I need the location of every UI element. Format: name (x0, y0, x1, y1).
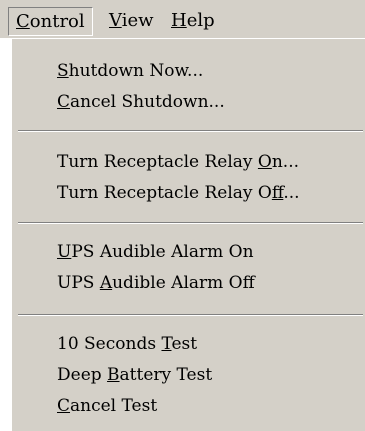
menu-item-deep-battery-test[interactable]: Deep Battery Test (57, 361, 212, 389)
menu-item-label-pre: Turn Receptacle Relay O (57, 183, 272, 203)
menu-item-relay-off[interactable]: Turn Receptacle Relay Off... (57, 179, 300, 207)
menu-item-mnemonic: C (57, 396, 71, 416)
menu-item-mnemonic: f (271, 183, 284, 203)
menu-item-mnemonic: S (57, 61, 69, 81)
menu-help[interactable]: Help (164, 7, 222, 36)
menu-item-label-pre: Deep (57, 365, 108, 385)
menu-item-label-post: udible Alarm Off (112, 273, 255, 293)
menu-item-mnemonic: A (99, 273, 113, 293)
menu-item-mnemonic: U (57, 242, 72, 262)
menu-item-shutdown-now[interactable]: Shutdown Now... (57, 57, 203, 85)
menu-item-label-post: est (171, 334, 198, 354)
menu-item-cancel-shutdown[interactable]: Cancel Shutdown... (57, 88, 225, 116)
menu-view[interactable]: View (102, 7, 161, 36)
menu-control-mnemonic: C (16, 11, 30, 32)
control-dropdown-menu: Shutdown Now... Cancel Shutdown... Turn … (10, 38, 365, 431)
menu-item-label-post: ancel Shutdown... (70, 92, 225, 112)
menu-item-label-post: ancel Test (70, 396, 158, 416)
menu-separator (18, 130, 363, 132)
menu-view-label-post: iew (121, 10, 154, 31)
menu-item-label-post: attery Test (119, 365, 213, 385)
menu-help-mnemonic: H (171, 10, 187, 31)
menu-item-label-pre: UPS (57, 273, 100, 293)
menu-bar: Control View Help (0, 0, 365, 38)
menu-item-label-post: f... (283, 183, 300, 203)
menu-item-mnemonic: C (57, 92, 71, 112)
menu-item-relay-on[interactable]: Turn Receptacle Relay On... (57, 148, 299, 176)
menu-view-mnemonic: V (109, 10, 122, 31)
menu-item-alarm-off[interactable]: UPS Audible Alarm Off (57, 269, 255, 297)
menu-control-label-post: ontrol (29, 11, 85, 32)
menu-item-label-post: hutdown Now... (68, 61, 204, 81)
menu-item-mnemonic: T (161, 334, 172, 354)
menu-item-mnemonic: O (257, 152, 272, 172)
menu-item-label-pre: 10 Seconds (57, 334, 162, 354)
menu-item-alarm-on[interactable]: UPS Audible Alarm On (57, 238, 254, 266)
menu-control[interactable]: Control (8, 7, 93, 36)
menu-help-label-post: elp (186, 10, 215, 31)
menu-item-10-seconds-test[interactable]: 10 Seconds Test (57, 330, 197, 358)
menu-item-label-post: n... (271, 152, 300, 172)
menu-item-mnemonic: B (107, 365, 120, 385)
menu-item-cancel-test[interactable]: Cancel Test (57, 392, 157, 420)
menu-separator (18, 314, 363, 316)
menu-item-label-post: PS Audible Alarm On (71, 242, 254, 262)
menu-separator (18, 222, 363, 224)
menu-item-label-pre: Turn Receptacle Relay (57, 152, 258, 172)
